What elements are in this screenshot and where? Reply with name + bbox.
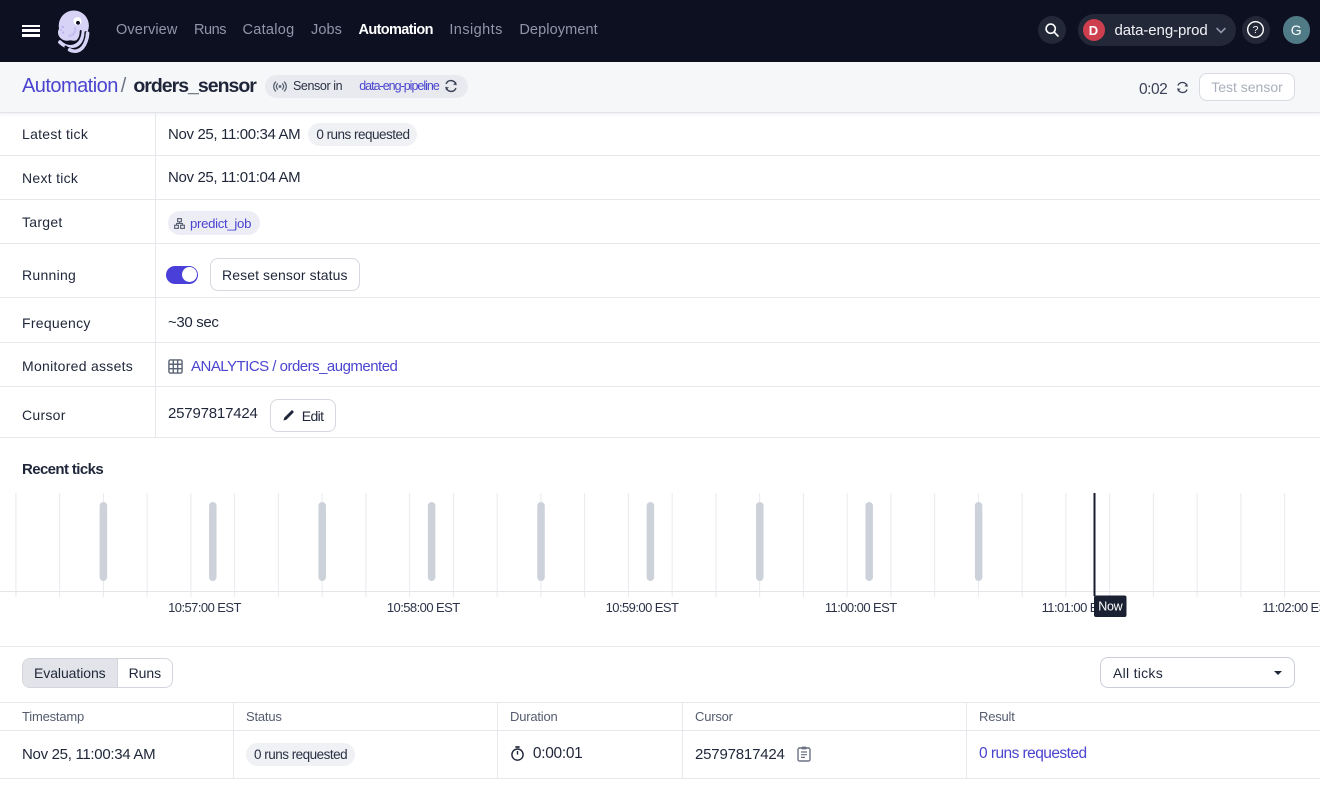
svg-text:?: ?: [1253, 24, 1259, 36]
svg-text:11:00:00 EST: 11:00:00 EST: [825, 600, 897, 615]
svg-text:11:02:00 EST: 11:02:00 EST: [1262, 600, 1320, 615]
svg-text:10:59:00 EST: 10:59:00 EST: [606, 600, 679, 615]
svg-text:10:57:00 EST: 10:57:00 EST: [168, 600, 241, 615]
svg-text:Now: Now: [1098, 600, 1123, 614]
svg-text:10:58:00 EST: 10:58:00 EST: [387, 600, 460, 615]
